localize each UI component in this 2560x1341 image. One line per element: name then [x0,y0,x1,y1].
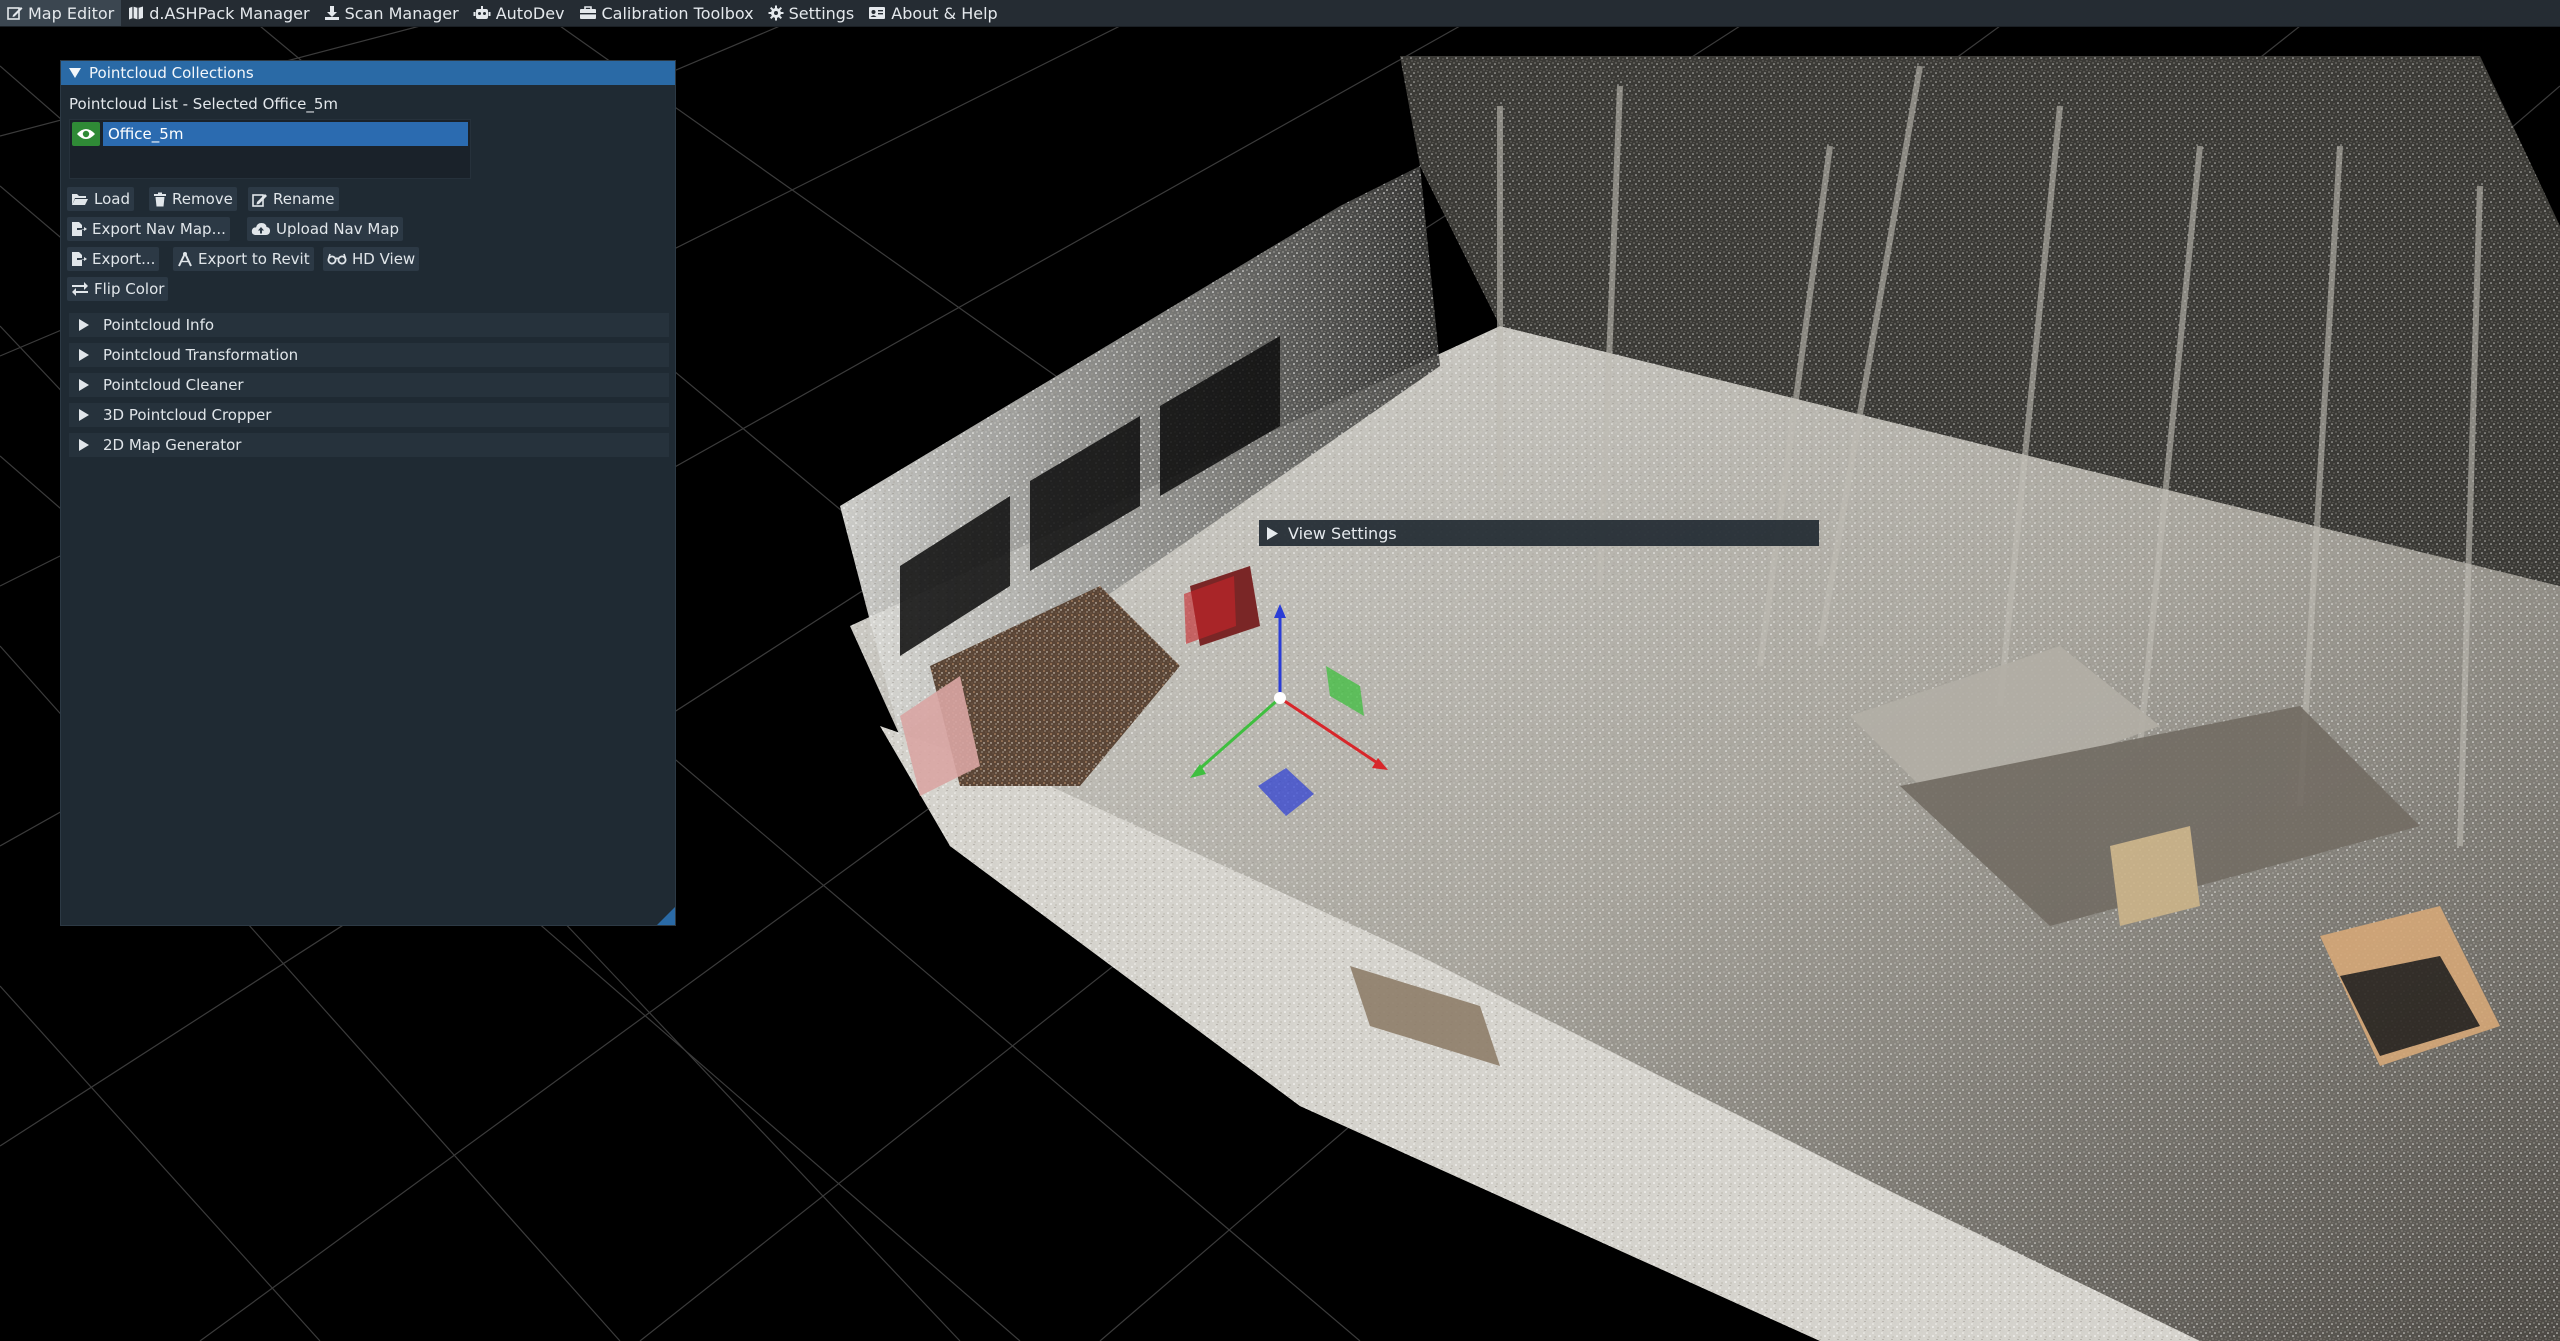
panel-title-bar[interactable]: Pointcloud Collections [61,61,675,85]
flip-color-button[interactable]: Flip Color [67,277,169,301]
rename-icon [252,193,267,207]
section-pointcloud-info[interactable]: Pointcloud Info [69,313,669,337]
export-button[interactable]: Export... [67,247,160,271]
cloud-upload-icon [251,223,271,235]
remove-button-label: Remove [172,190,233,208]
load-button-label: Load [94,190,130,208]
glasses-icon [327,253,347,265]
visibility-toggle[interactable] [72,122,100,146]
section-label: Pointcloud Cleaner [103,376,244,394]
download-icon [324,6,339,20]
pointcloud-collections-panel: Pointcloud Collections Pointcloud List -… [60,60,676,926]
menu-settings[interactable]: Settings [761,0,862,26]
menu-scan-manager[interactable]: Scan Manager [317,0,466,26]
edit-icon [7,7,23,20]
section-label: 3D Pointcloud Cropper [103,406,272,424]
upload-nav-map-button[interactable]: Upload Nav Map [247,217,404,241]
folder-open-icon [72,194,88,205]
menu-dashpack-manager[interactable]: d.ASHPack Manager [121,0,316,26]
panel-title: Pointcloud Collections [89,64,254,82]
file-export-icon [72,252,87,266]
hd-view-button[interactable]: HD View [323,247,420,271]
menu-dashpack-manager-label: d.ASHPack Manager [149,3,310,23]
compass-drafting-icon [178,252,192,267]
section-label: 2D Map Generator [103,436,242,454]
section-label: Pointcloud Info [103,316,215,334]
pointcloud-item-label[interactable]: Office_5m [103,122,468,146]
file-export-icon [72,222,87,236]
menu-map-editor[interactable]: Map Editor [0,0,122,26]
toolbox-icon [579,6,596,19]
hd-view-button-label: HD View [352,250,416,268]
gear-icon [768,5,784,21]
panel-resize-grip[interactable] [657,907,675,925]
menu-settings-label: Settings [788,3,855,23]
exchange-icon [72,282,88,296]
menu-scan-manager-label: Scan Manager [344,3,459,23]
remove-button[interactable]: Remove [149,187,237,211]
menu-autodev[interactable]: AutoDev [466,0,572,26]
collapse-arrow-icon [69,68,81,78]
export-to-revit-button[interactable]: Export to Revit [173,247,314,271]
section-3d-pointcloud-cropper[interactable]: 3D Pointcloud Cropper [69,403,669,427]
expand-arrow-icon [1267,526,1278,540]
upload-nav-map-button-label: Upload Nav Map [276,220,400,238]
load-button[interactable]: Load [67,187,134,211]
export-nav-map-button[interactable]: Export Nav Map... [67,217,230,241]
section-2d-map-generator[interactable]: 2D Map Generator [69,433,669,457]
expand-arrow-icon [79,379,89,391]
flip-color-button-label: Flip Color [94,280,165,298]
pointcloud-list-item[interactable]: Office_5m [72,122,468,146]
eye-icon [77,129,95,139]
pointcloud-list: Office_5m [69,119,471,179]
menu-about-help-label: About & Help [891,3,998,23]
main-menu-bar: Map Editor d.ASHPack Manager Scan Manage… [0,0,2560,27]
rename-button[interactable]: Rename [248,187,339,211]
export-to-revit-button-label: Export to Revit [198,250,310,268]
view-settings-label: View Settings [1288,523,1397,543]
id-card-icon [869,7,886,19]
menu-calibration-toolbox-label: Calibration Toolbox [601,3,754,23]
robot-icon [473,6,491,19]
view-settings-window[interactable]: View Settings [1259,520,1819,546]
expand-arrow-icon [79,409,89,421]
expand-arrow-icon [79,319,89,331]
export-button-label: Export... [92,250,156,268]
menu-map-editor-label: Map Editor [28,3,115,23]
pointcloud-list-caption: Pointcloud List - Selected Office_5m [69,95,339,113]
trash-icon [154,192,166,206]
section-pointcloud-cleaner[interactable]: Pointcloud Cleaner [69,373,669,397]
section-pointcloud-transformation[interactable]: Pointcloud Transformation [69,343,669,367]
gizmo-center[interactable] [1274,692,1286,704]
expand-arrow-icon [79,439,89,451]
menu-about-help[interactable]: About & Help [861,0,1004,26]
rename-button-label: Rename [273,190,335,208]
map-icon [129,6,144,20]
menu-autodev-label: AutoDev [495,3,565,23]
expand-arrow-icon [79,349,89,361]
section-label: Pointcloud Transformation [103,346,299,364]
export-nav-map-button-label: Export Nav Map... [92,220,226,238]
menu-calibration-toolbox[interactable]: Calibration Toolbox [572,0,761,26]
